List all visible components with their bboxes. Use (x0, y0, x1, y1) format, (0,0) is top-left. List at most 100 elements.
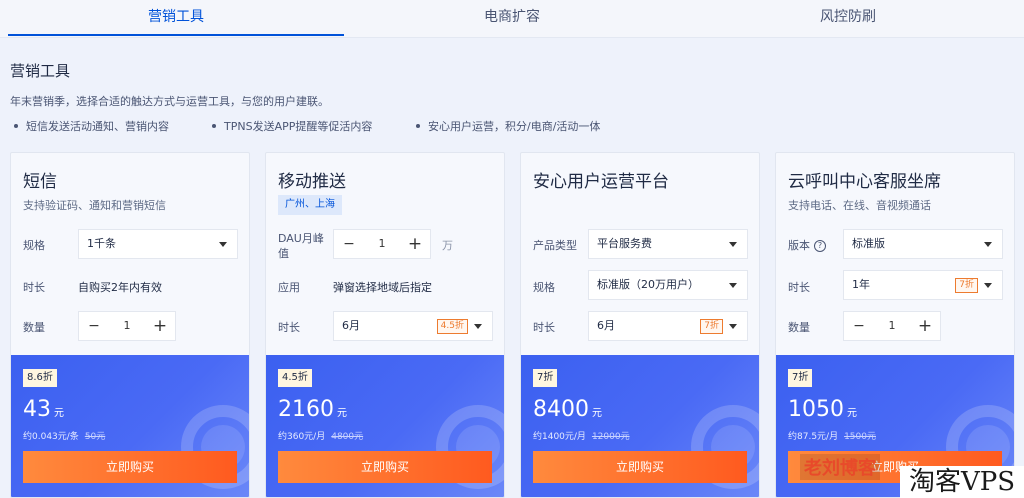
spec-value: 标准版（20万用户） (597, 278, 699, 291)
region-tag: 广州、上海 (278, 195, 342, 215)
quantity-stepper[interactable]: − 1 + (843, 311, 941, 341)
unit-price: 约1400元/月 12000元 (533, 429, 630, 442)
price: 1050 元 (788, 397, 857, 422)
dau-input[interactable]: 1 (364, 230, 400, 258)
brand-watermark: 淘客VPS (900, 466, 1024, 498)
duration-value: 1年 (852, 278, 870, 291)
unit-price: 约360元/月 4800元 (278, 429, 363, 442)
buy-now-button[interactable]: 立即购买 (533, 451, 747, 483)
card-title: 云呼叫中心客服坐席 (788, 172, 941, 192)
duration-label: 时长 (788, 281, 810, 294)
price-value: 2160 (278, 397, 334, 422)
price: 8400 元 (533, 397, 602, 422)
discount-badge: 4.5折 (278, 369, 312, 387)
active-tab-indicator (8, 34, 344, 36)
currency-label: 元 (592, 408, 602, 419)
buy-now-button[interactable]: 立即购买 (278, 451, 492, 483)
tab-marketing-tools[interactable]: 营销工具 (8, 0, 344, 38)
price-panel: 8.6折 43 元 约0.043元/条 50元 立即购买 (11, 355, 249, 497)
quantity-label: 数量 (23, 321, 45, 334)
duration-value: 6月 (342, 319, 360, 332)
price-value: 43 (23, 397, 51, 422)
blog-watermark: 老刘博客 (800, 454, 880, 480)
product-type-value: 平台服务费 (597, 237, 652, 250)
card-title: 短信 (23, 172, 57, 192)
product-card-user-ops: 安心用户运营平台 产品类型 平台服务费 规格 标准版（20万用户） 时长 6月 7… (520, 152, 760, 498)
original-price: 1500元 (844, 432, 876, 442)
duration-select[interactable]: 1年 7折 (843, 270, 1003, 300)
plus-button[interactable]: + (910, 312, 940, 340)
app-value[interactable]: 弹窗选择地域后指定 (333, 279, 432, 295)
caret-down-icon (984, 283, 992, 288)
plus-button[interactable]: + (400, 230, 430, 258)
unit-price: 约87.5元/月 1500元 (788, 429, 876, 442)
spec-select[interactable]: 1千条 (78, 229, 238, 259)
duration-label: 时长 (533, 321, 555, 334)
quantity-input[interactable]: 1 (874, 312, 910, 340)
quantity-label: 数量 (788, 321, 810, 334)
bullet-item: TPNS发送APP提醒等促活内容 (212, 118, 372, 134)
product-card-sms: 短信 支持验证码、通知和营销短信 规格 1千条 时长 自购买2年内有效 数量 −… (10, 152, 250, 498)
section-description: 年末营销季，选择合适的触达方式与运营工具，与您的用户建联。 (10, 95, 329, 108)
bullet-text: 短信发送活动通知、营销内容 (26, 120, 169, 133)
original-price: 50元 (84, 432, 106, 442)
caret-down-icon (984, 242, 992, 247)
quantity-input[interactable]: 1 (109, 312, 145, 340)
card-title: 安心用户运营平台 (533, 172, 669, 192)
section-title: 营销工具 (10, 62, 71, 80)
unit-price: 约0.043元/条 50元 (23, 429, 105, 442)
version-label-text: 版本 (788, 239, 810, 252)
duration-select[interactable]: 6月 4.5折 (333, 311, 493, 341)
buy-now-button[interactable]: 立即购买 (23, 451, 237, 483)
duration-discount-tag: 4.5折 (436, 319, 468, 334)
version-select[interactable]: 标准版 (843, 229, 1003, 259)
duration-select[interactable]: 6月 7折 (588, 311, 748, 341)
discount-badge: 7折 (788, 369, 813, 387)
original-price: 12000元 (591, 432, 630, 442)
minus-button[interactable]: − (334, 230, 364, 258)
unit-price-value: 约0.043元/条 (23, 432, 79, 442)
price-panel: 7折 8400 元 约1400元/月 12000元 立即购买 (521, 355, 759, 497)
quantity-stepper[interactable]: − 1 + (78, 311, 176, 341)
dau-unit: 万 (442, 239, 453, 252)
spec-label: 规格 (533, 281, 555, 294)
minus-button[interactable]: − (79, 312, 109, 340)
top-tab-bar: 营销工具 电商扩容 风控防刷 (0, 0, 1024, 38)
tab-ecommerce-expansion[interactable]: 电商扩容 (344, 0, 680, 38)
discount-badge: 8.6折 (23, 369, 57, 387)
card-subtitle: 支持电话、在线、音视频通话 (788, 199, 931, 212)
unit-price-value: 约87.5元/月 (788, 432, 839, 442)
duration-value: 6月 (597, 319, 615, 332)
caret-down-icon (729, 283, 737, 288)
help-icon[interactable]: ? (814, 240, 826, 252)
duration-label: 时长 (23, 281, 45, 294)
discount-badge: 7折 (533, 369, 558, 387)
price-value: 1050 (788, 397, 844, 422)
original-price: 4800元 (331, 432, 364, 442)
product-card-call-center: 云呼叫中心客服坐席 支持电话、在线、音视频通话 版本? 标准版 时长 1年 7折 … (775, 152, 1015, 498)
bullet-dot-icon (212, 124, 216, 128)
price-panel: 4.5折 2160 元 约360元/月 4800元 立即购买 (266, 355, 504, 497)
duration-discount-tag: 7折 (955, 278, 978, 293)
spec-select[interactable]: 标准版（20万用户） (588, 270, 748, 300)
version-value: 标准版 (852, 237, 885, 250)
product-type-select[interactable]: 平台服务费 (588, 229, 748, 259)
plus-button[interactable]: + (145, 312, 175, 340)
unit-price-value: 约360元/月 (278, 432, 326, 442)
dau-label: DAU月峰值 (278, 232, 324, 260)
duration-value: 自购买2年内有效 (78, 281, 162, 294)
bullet-dot-icon (14, 124, 18, 128)
price: 2160 元 (278, 397, 347, 422)
bullet-item: 短信发送活动通知、营销内容 (14, 118, 169, 134)
tab-risk-control[interactable]: 风控防刷 (680, 0, 1016, 38)
caret-down-icon (729, 242, 737, 247)
minus-button[interactable]: − (844, 312, 874, 340)
price: 43 元 (23, 397, 64, 422)
currency-label: 元 (337, 408, 347, 419)
app-label: 应用 (278, 281, 300, 294)
unit-price-value: 约1400元/月 (533, 432, 586, 442)
duration-label: 时长 (278, 321, 300, 334)
dau-stepper[interactable]: − 1 + (333, 229, 431, 259)
currency-label: 元 (54, 408, 64, 419)
price-value: 8400 (533, 397, 589, 422)
